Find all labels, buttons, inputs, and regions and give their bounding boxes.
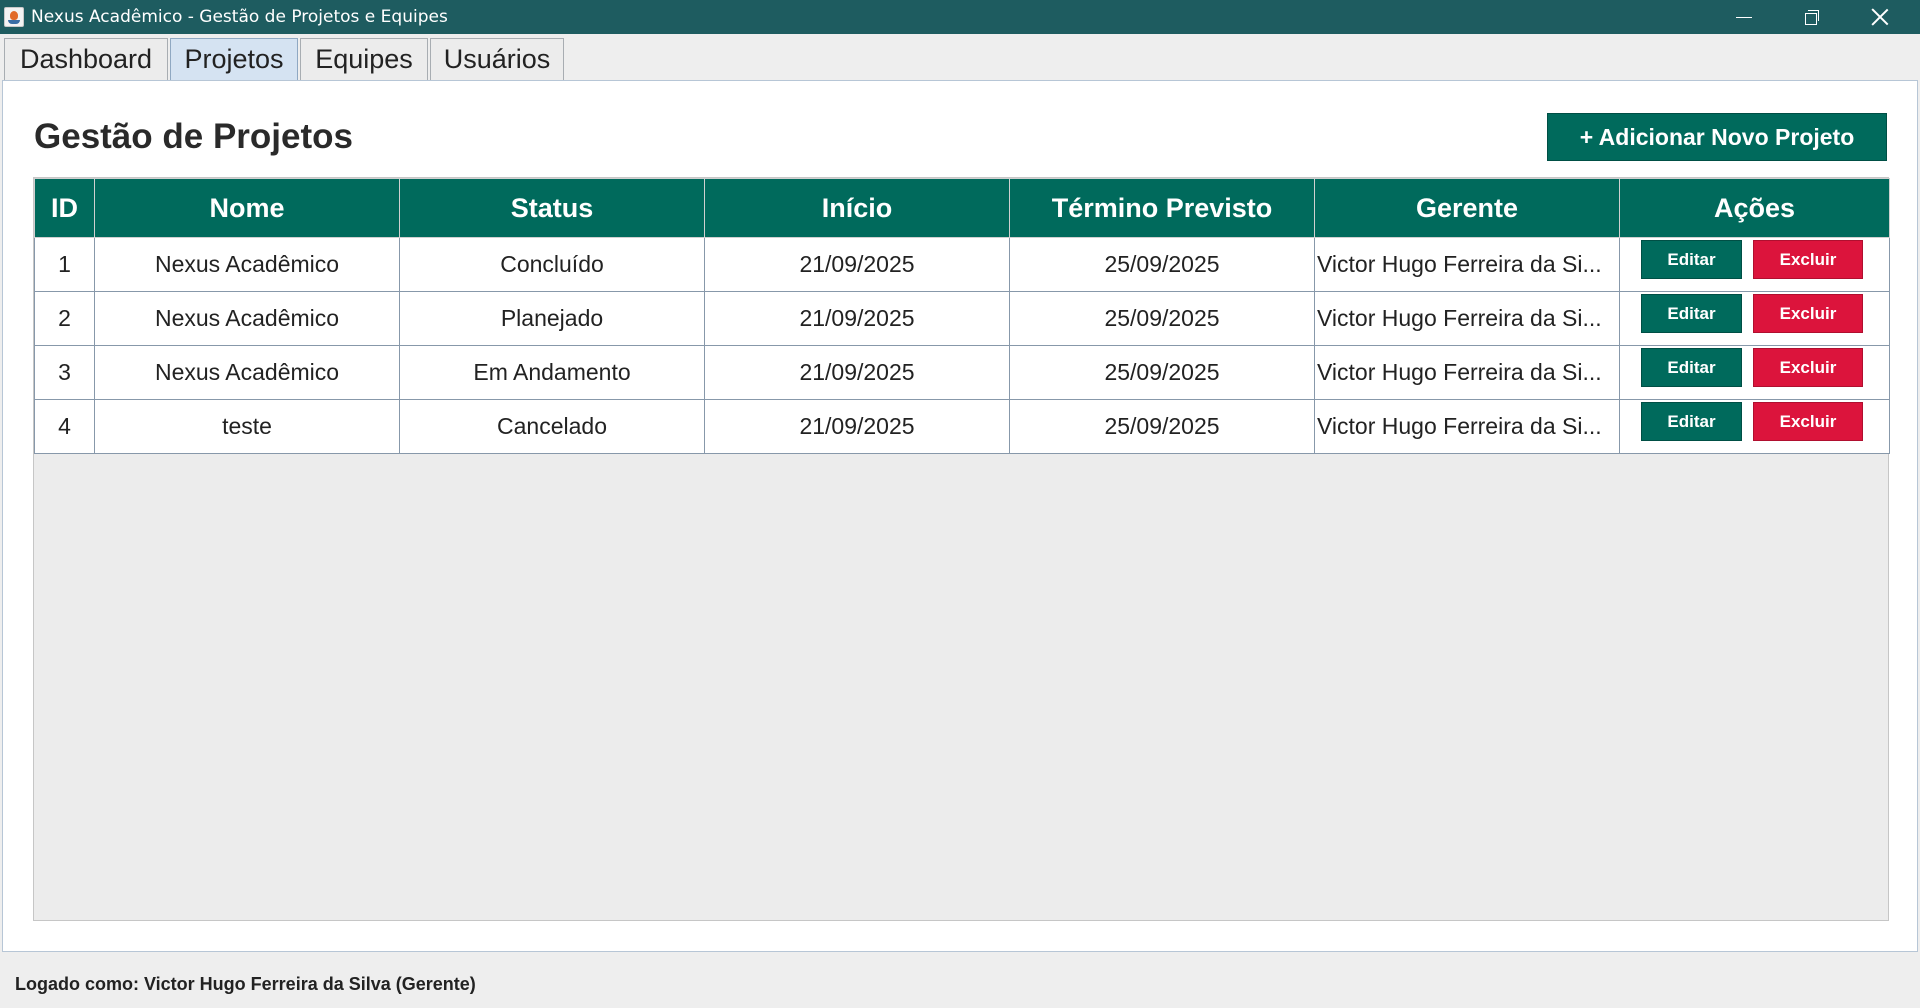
table-row[interactable]: 1 Nexus Acadêmico Concluído 21/09/2025 2… — [34, 237, 1890, 292]
restore-icon — [1805, 10, 1819, 25]
projects-panel: Gestão de Projetos + Adicionar Novo Proj… — [2, 80, 1918, 952]
cell-nome: Nexus Acadêmico — [94, 291, 400, 346]
cell-actions: Editar Excluir — [1619, 237, 1890, 292]
projects-table: ID Nome Status Início Término Previsto G… — [34, 178, 1890, 454]
java-app-icon — [4, 7, 24, 27]
cell-id: 3 — [34, 345, 95, 400]
cell-nome: teste — [94, 399, 400, 454]
add-project-button[interactable]: + Adicionar Novo Projeto — [1547, 113, 1887, 161]
cell-gerente: Victor Hugo Ferreira da Si... — [1314, 345, 1620, 400]
cell-inicio: 21/09/2025 — [704, 399, 1010, 454]
column-header-nome[interactable]: Nome — [94, 178, 400, 238]
cell-actions: Editar Excluir — [1619, 399, 1890, 454]
cell-id: 2 — [34, 291, 95, 346]
cell-inicio: 21/09/2025 — [704, 291, 1010, 346]
edit-button[interactable]: Editar — [1641, 240, 1742, 279]
cell-id: 4 — [34, 399, 95, 454]
projects-table-scroll-area[interactable]: ID Nome Status Início Término Previsto G… — [33, 177, 1890, 921]
cell-nome: Nexus Acadêmico — [94, 237, 400, 292]
cell-gerente: Victor Hugo Ferreira da Si... — [1314, 237, 1620, 292]
cell-id: 1 — [34, 237, 95, 292]
tab-projetos[interactable]: Projetos — [170, 38, 298, 80]
cell-nome: Nexus Acadêmico — [94, 345, 400, 400]
column-header-status[interactable]: Status — [399, 178, 705, 238]
column-header-acoes[interactable]: Ações — [1619, 178, 1890, 238]
cell-gerente: Victor Hugo Ferreira da Si... — [1314, 399, 1620, 454]
cell-inicio: 21/09/2025 — [704, 345, 1010, 400]
cell-status: Planejado — [399, 291, 705, 346]
title-bar: Nexus Acadêmico - Gestão de Projetos e E… — [0, 0, 1920, 34]
column-header-termino[interactable]: Término Previsto — [1009, 178, 1315, 238]
logged-user-status: Logado como: Victor Hugo Ferreira da Sil… — [15, 974, 476, 994]
edit-button[interactable]: Editar — [1641, 348, 1742, 387]
delete-button[interactable]: Excluir — [1753, 240, 1863, 279]
table-header-row: ID Nome Status Início Término Previsto G… — [34, 178, 1890, 238]
tab-usuarios[interactable]: Usuários — [430, 38, 564, 80]
column-header-inicio[interactable]: Início — [704, 178, 1010, 238]
cell-actions: Editar Excluir — [1619, 345, 1890, 400]
cell-termino: 25/09/2025 — [1009, 291, 1315, 346]
cell-status: Em Andamento — [399, 345, 705, 400]
edit-button[interactable]: Editar — [1641, 402, 1742, 441]
cell-actions: Editar Excluir — [1619, 291, 1890, 346]
cell-inicio: 21/09/2025 — [704, 237, 1010, 292]
cell-gerente: Victor Hugo Ferreira da Si... — [1314, 291, 1620, 346]
delete-button[interactable]: Excluir — [1753, 402, 1863, 441]
cell-status: Concluído — [399, 237, 705, 292]
edit-button[interactable]: Editar — [1641, 294, 1742, 333]
table-row[interactable]: 4 teste Cancelado 21/09/2025 25/09/2025 … — [34, 399, 1890, 454]
cell-termino: 25/09/2025 — [1009, 345, 1315, 400]
column-header-id[interactable]: ID — [34, 178, 95, 238]
window-title: Nexus Acadêmico - Gestão de Projetos e E… — [31, 7, 448, 27]
tab-dashboard[interactable]: Dashboard — [4, 38, 168, 80]
page-title: Gestão de Projetos — [34, 117, 353, 156]
minimize-button[interactable] — [1710, 0, 1778, 34]
tab-bar: Dashboard Projetos Equipes Usuários — [0, 34, 1920, 80]
column-header-gerente[interactable]: Gerente — [1314, 178, 1620, 238]
table-row[interactable]: 2 Nexus Acadêmico Planejado 21/09/2025 2… — [34, 291, 1890, 346]
close-icon — [1871, 8, 1889, 26]
table-row[interactable]: 3 Nexus Acadêmico Em Andamento 21/09/202… — [34, 345, 1890, 400]
minimize-icon — [1736, 16, 1752, 18]
close-button[interactable] — [1846, 0, 1914, 34]
delete-button[interactable]: Excluir — [1753, 348, 1863, 387]
cell-termino: 25/09/2025 — [1009, 399, 1315, 454]
cell-termino: 25/09/2025 — [1009, 237, 1315, 292]
tab-equipes[interactable]: Equipes — [300, 38, 428, 80]
restore-button[interactable] — [1778, 0, 1846, 34]
delete-button[interactable]: Excluir — [1753, 294, 1863, 333]
cell-status: Cancelado — [399, 399, 705, 454]
